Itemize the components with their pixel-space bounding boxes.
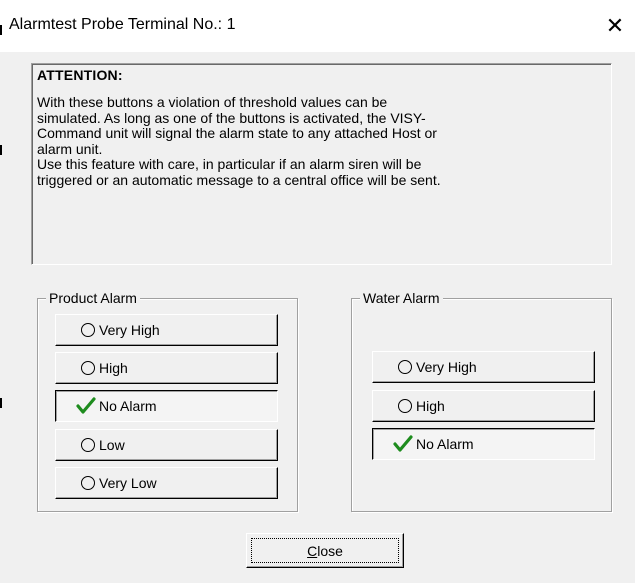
checkmark-icon bbox=[393, 435, 413, 452]
attention-text: With these buttons a violation of thresh… bbox=[37, 94, 441, 188]
water-alarm-legend: Water Alarm bbox=[360, 290, 443, 306]
button-label: Very High bbox=[416, 359, 477, 375]
radio-empty-icon bbox=[81, 438, 95, 452]
attention-panel: ATTENTION: With these buttons a violatio… bbox=[31, 63, 612, 265]
product-very-high-button[interactable]: Very High bbox=[55, 314, 278, 346]
radio-empty-icon bbox=[81, 476, 95, 490]
product-very-low-button[interactable]: Very Low bbox=[55, 467, 278, 499]
product-alarm-legend: Product Alarm bbox=[46, 290, 140, 306]
button-label: No Alarm bbox=[99, 398, 157, 414]
button-label: High bbox=[99, 360, 128, 376]
close-icon[interactable]: ✕ bbox=[595, 8, 635, 44]
button-label: Very Low bbox=[99, 475, 157, 491]
checkmark-icon bbox=[76, 397, 96, 414]
radio-empty-icon bbox=[81, 323, 95, 337]
water-very-high-button[interactable]: Very High bbox=[372, 351, 595, 383]
attention-heading: ATTENTION: bbox=[37, 67, 123, 83]
product-alarm-group: Product Alarm Very High High No Alarm Lo… bbox=[37, 290, 298, 512]
edge-marker bbox=[0, 25, 2, 35]
button-label: High bbox=[416, 398, 445, 414]
close-button-mnemonic: C bbox=[307, 543, 318, 559]
close-button-label-rest: lose bbox=[317, 543, 343, 559]
close-button[interactable]: Close bbox=[246, 533, 404, 568]
product-low-button[interactable]: Low bbox=[55, 429, 278, 461]
radio-empty-icon bbox=[81, 361, 95, 375]
title-bar: Alarmtest Probe Terminal No.: 1 ✕ bbox=[0, 0, 635, 52]
radio-empty-icon bbox=[398, 399, 412, 413]
water-alarm-group: Water Alarm Very High High No Alarm bbox=[351, 290, 612, 512]
water-no-alarm-button[interactable]: No Alarm bbox=[372, 428, 595, 460]
edge-marker bbox=[0, 145, 2, 155]
button-label: Low bbox=[99, 437, 125, 453]
button-label: Very High bbox=[99, 322, 160, 338]
radio-empty-icon bbox=[398, 360, 412, 374]
close-button-label: Close bbox=[247, 543, 403, 559]
window-title: Alarmtest Probe Terminal No.: 1 bbox=[9, 16, 236, 33]
water-high-button[interactable]: High bbox=[372, 390, 595, 422]
edge-marker bbox=[0, 398, 2, 408]
product-no-alarm-button[interactable]: No Alarm bbox=[55, 390, 278, 422]
button-label: No Alarm bbox=[416, 436, 474, 452]
product-high-button[interactable]: High bbox=[55, 352, 278, 384]
